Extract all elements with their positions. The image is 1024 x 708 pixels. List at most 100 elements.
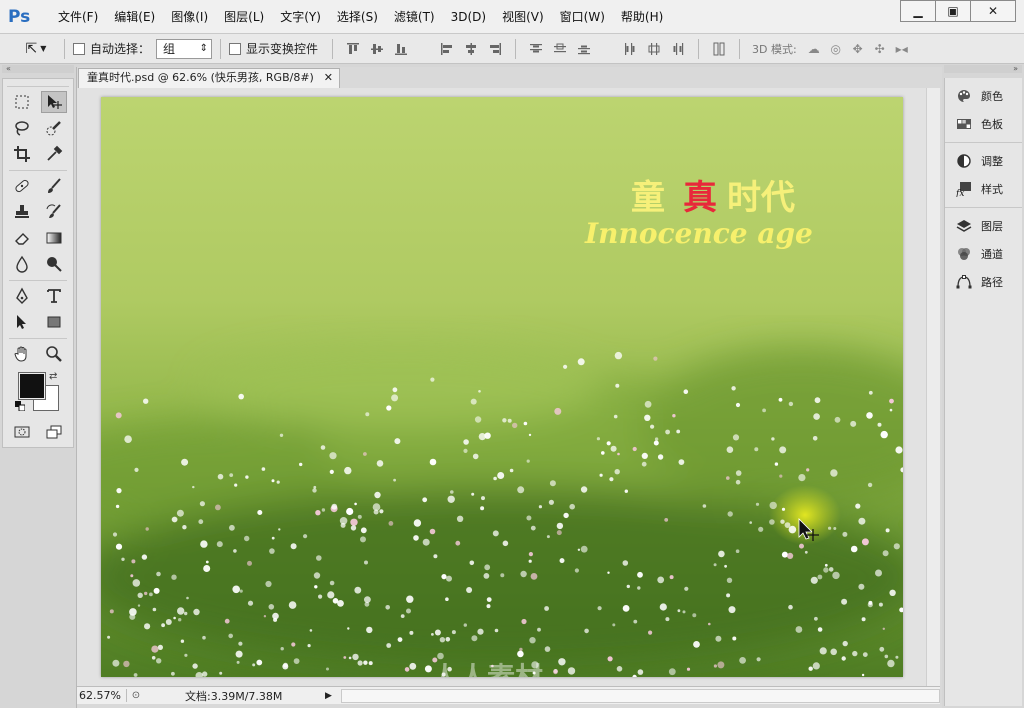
brush-tool[interactable]	[41, 175, 67, 197]
flower-dot	[309, 629, 313, 632]
tool-preset-picker[interactable]: ⇱ ▼	[16, 37, 56, 61]
rectangle-tool[interactable]	[41, 311, 67, 333]
align-left-button[interactable]	[438, 40, 456, 58]
align-top-icon	[347, 42, 360, 54]
flower-dot	[247, 560, 252, 566]
align-top-button[interactable]	[344, 40, 362, 58]
menu-type[interactable]: 文字(Y)	[272, 0, 329, 34]
foreground-color-swatch[interactable]	[18, 372, 46, 400]
maximize-button[interactable]: ▣	[935, 0, 971, 22]
panel-color-button[interactable]: 颜色	[945, 82, 1022, 110]
3d-slide-button[interactable]: ✣	[871, 40, 889, 58]
menu-help[interactable]: 帮助(H)	[613, 0, 671, 34]
flower-dot	[133, 673, 138, 677]
3d-roll-button[interactable]: ◎	[827, 40, 845, 58]
auto-select-dropdown[interactable]: 组	[156, 38, 213, 59]
flower-dot	[828, 526, 832, 530]
align-bottom-button[interactable]	[392, 40, 410, 58]
3d-scale-button[interactable]: ▸◂	[893, 40, 911, 58]
flower-dot	[632, 446, 637, 452]
document-size-info: 文档:3.39M/7.38M	[185, 689, 283, 703]
panel-collapse-bar[interactable]: »	[944, 65, 1022, 73]
document-tab[interactable]: 童真时代.psd @ 62.6% (快乐男孩, RGB/8#) ✕	[78, 68, 340, 88]
marquee-tool[interactable]	[9, 91, 35, 113]
menu-edit[interactable]: 编辑(E)	[106, 0, 163, 34]
pen-tool[interactable]	[9, 285, 35, 307]
3d-orbit-button[interactable]: ☁	[805, 40, 823, 58]
quick-mask-button[interactable]	[9, 421, 35, 443]
auto-align-button[interactable]	[710, 40, 728, 58]
separator	[332, 38, 334, 59]
panel-adjustments-button[interactable]: 调整	[945, 147, 1022, 175]
distribute-left-button[interactable]	[621, 40, 639, 58]
flower-dot	[115, 543, 123, 550]
history-brush-tool[interactable]	[41, 201, 67, 223]
panel-layers-button[interactable]: 图层	[945, 212, 1022, 240]
align-right-button[interactable]	[486, 40, 504, 58]
default-colors-icon[interactable]	[15, 401, 25, 411]
flower-dot	[409, 662, 417, 670]
status-menu-arrow-icon[interactable]: ▶	[325, 691, 337, 701]
hand-tool[interactable]	[9, 343, 35, 365]
dodge-tool[interactable]	[41, 253, 67, 275]
swap-colors-icon[interactable]: ⇄	[49, 371, 57, 382]
menu-file[interactable]: 文件(F)	[50, 0, 106, 34]
3d-pan-button[interactable]: ✥	[849, 40, 867, 58]
flower-dot	[735, 549, 740, 553]
menu-window[interactable]: 窗口(W)	[552, 0, 613, 34]
flower-dot	[177, 607, 185, 615]
close-document-icon[interactable]: ✕	[324, 69, 333, 87]
type-tool[interactable]	[41, 285, 67, 307]
toolbox-grip[interactable]	[7, 79, 69, 87]
auto-select-checkbox[interactable]	[73, 42, 85, 55]
status-info-icon[interactable]: ⊙	[127, 690, 145, 701]
crop-tool[interactable]	[9, 143, 35, 165]
distribute-bottom-button[interactable]	[575, 40, 593, 58]
path-selection-tool[interactable]	[9, 311, 35, 333]
separator	[9, 170, 67, 171]
zoom-tool[interactable]	[41, 343, 67, 365]
gradient-tool[interactable]	[41, 227, 67, 249]
distribute-hcenter-button[interactable]	[645, 40, 663, 58]
menu-view[interactable]: 视图(V)	[494, 0, 552, 34]
flower-dot	[441, 574, 447, 580]
document-canvas[interactable]: 童 真 时代 Innocence age 人人素材	[101, 97, 903, 677]
panel-swatches-button[interactable]: 色板	[945, 110, 1022, 138]
zoom-level-field[interactable]: 62.57%	[77, 689, 127, 702]
menu-image[interactable]: 图像(I)	[163, 0, 216, 34]
healing-brush-tool[interactable]	[9, 175, 35, 197]
lasso-tool[interactable]	[9, 117, 35, 139]
menu-layer[interactable]: 图层(L)	[216, 0, 272, 34]
align-vcenter-button[interactable]	[368, 40, 386, 58]
screen-mode-button[interactable]	[41, 421, 67, 443]
move-tool[interactable]	[41, 91, 67, 113]
pen-icon	[16, 287, 28, 304]
panel-paths-button[interactable]: 路径	[945, 268, 1022, 296]
panel-styles-label: 样式	[981, 183, 1003, 196]
align-hcenter-button[interactable]	[462, 40, 480, 58]
distribute-vcenter-button[interactable]	[551, 40, 569, 58]
panel-channels-button[interactable]: 通道	[945, 240, 1022, 268]
toolbox-collapse-bar[interactable]: «	[2, 65, 74, 73]
blur-tool[interactable]	[9, 253, 35, 275]
close-button[interactable]: ✕	[970, 0, 1016, 22]
quick-selection-tool[interactable]	[41, 117, 67, 139]
menu-filter[interactable]: 滤镜(T)	[386, 0, 443, 34]
distribute-top-button[interactable]	[527, 40, 545, 58]
show-transform-checkbox[interactable]	[229, 42, 242, 55]
menu-3d[interactable]: 3D(D)	[443, 0, 494, 34]
horizontal-scrollbar[interactable]	[341, 688, 940, 703]
distribute-right-button[interactable]	[669, 40, 687, 58]
vertical-scrollbar[interactable]	[926, 88, 940, 686]
minimize-button[interactable]: ▁	[900, 0, 936, 22]
flower-dot	[137, 604, 141, 607]
flower-dot	[544, 606, 549, 611]
stamp-icon	[15, 205, 29, 218]
clone-stamp-tool[interactable]	[9, 201, 35, 223]
eyedropper-tool[interactable]	[41, 143, 67, 165]
flower-dot	[814, 616, 818, 621]
eraser-tool[interactable]	[9, 227, 35, 249]
flower-dot	[280, 647, 284, 651]
panel-styles-button[interactable]: fx 样式	[945, 175, 1022, 203]
menu-select[interactable]: 选择(S)	[329, 0, 386, 34]
